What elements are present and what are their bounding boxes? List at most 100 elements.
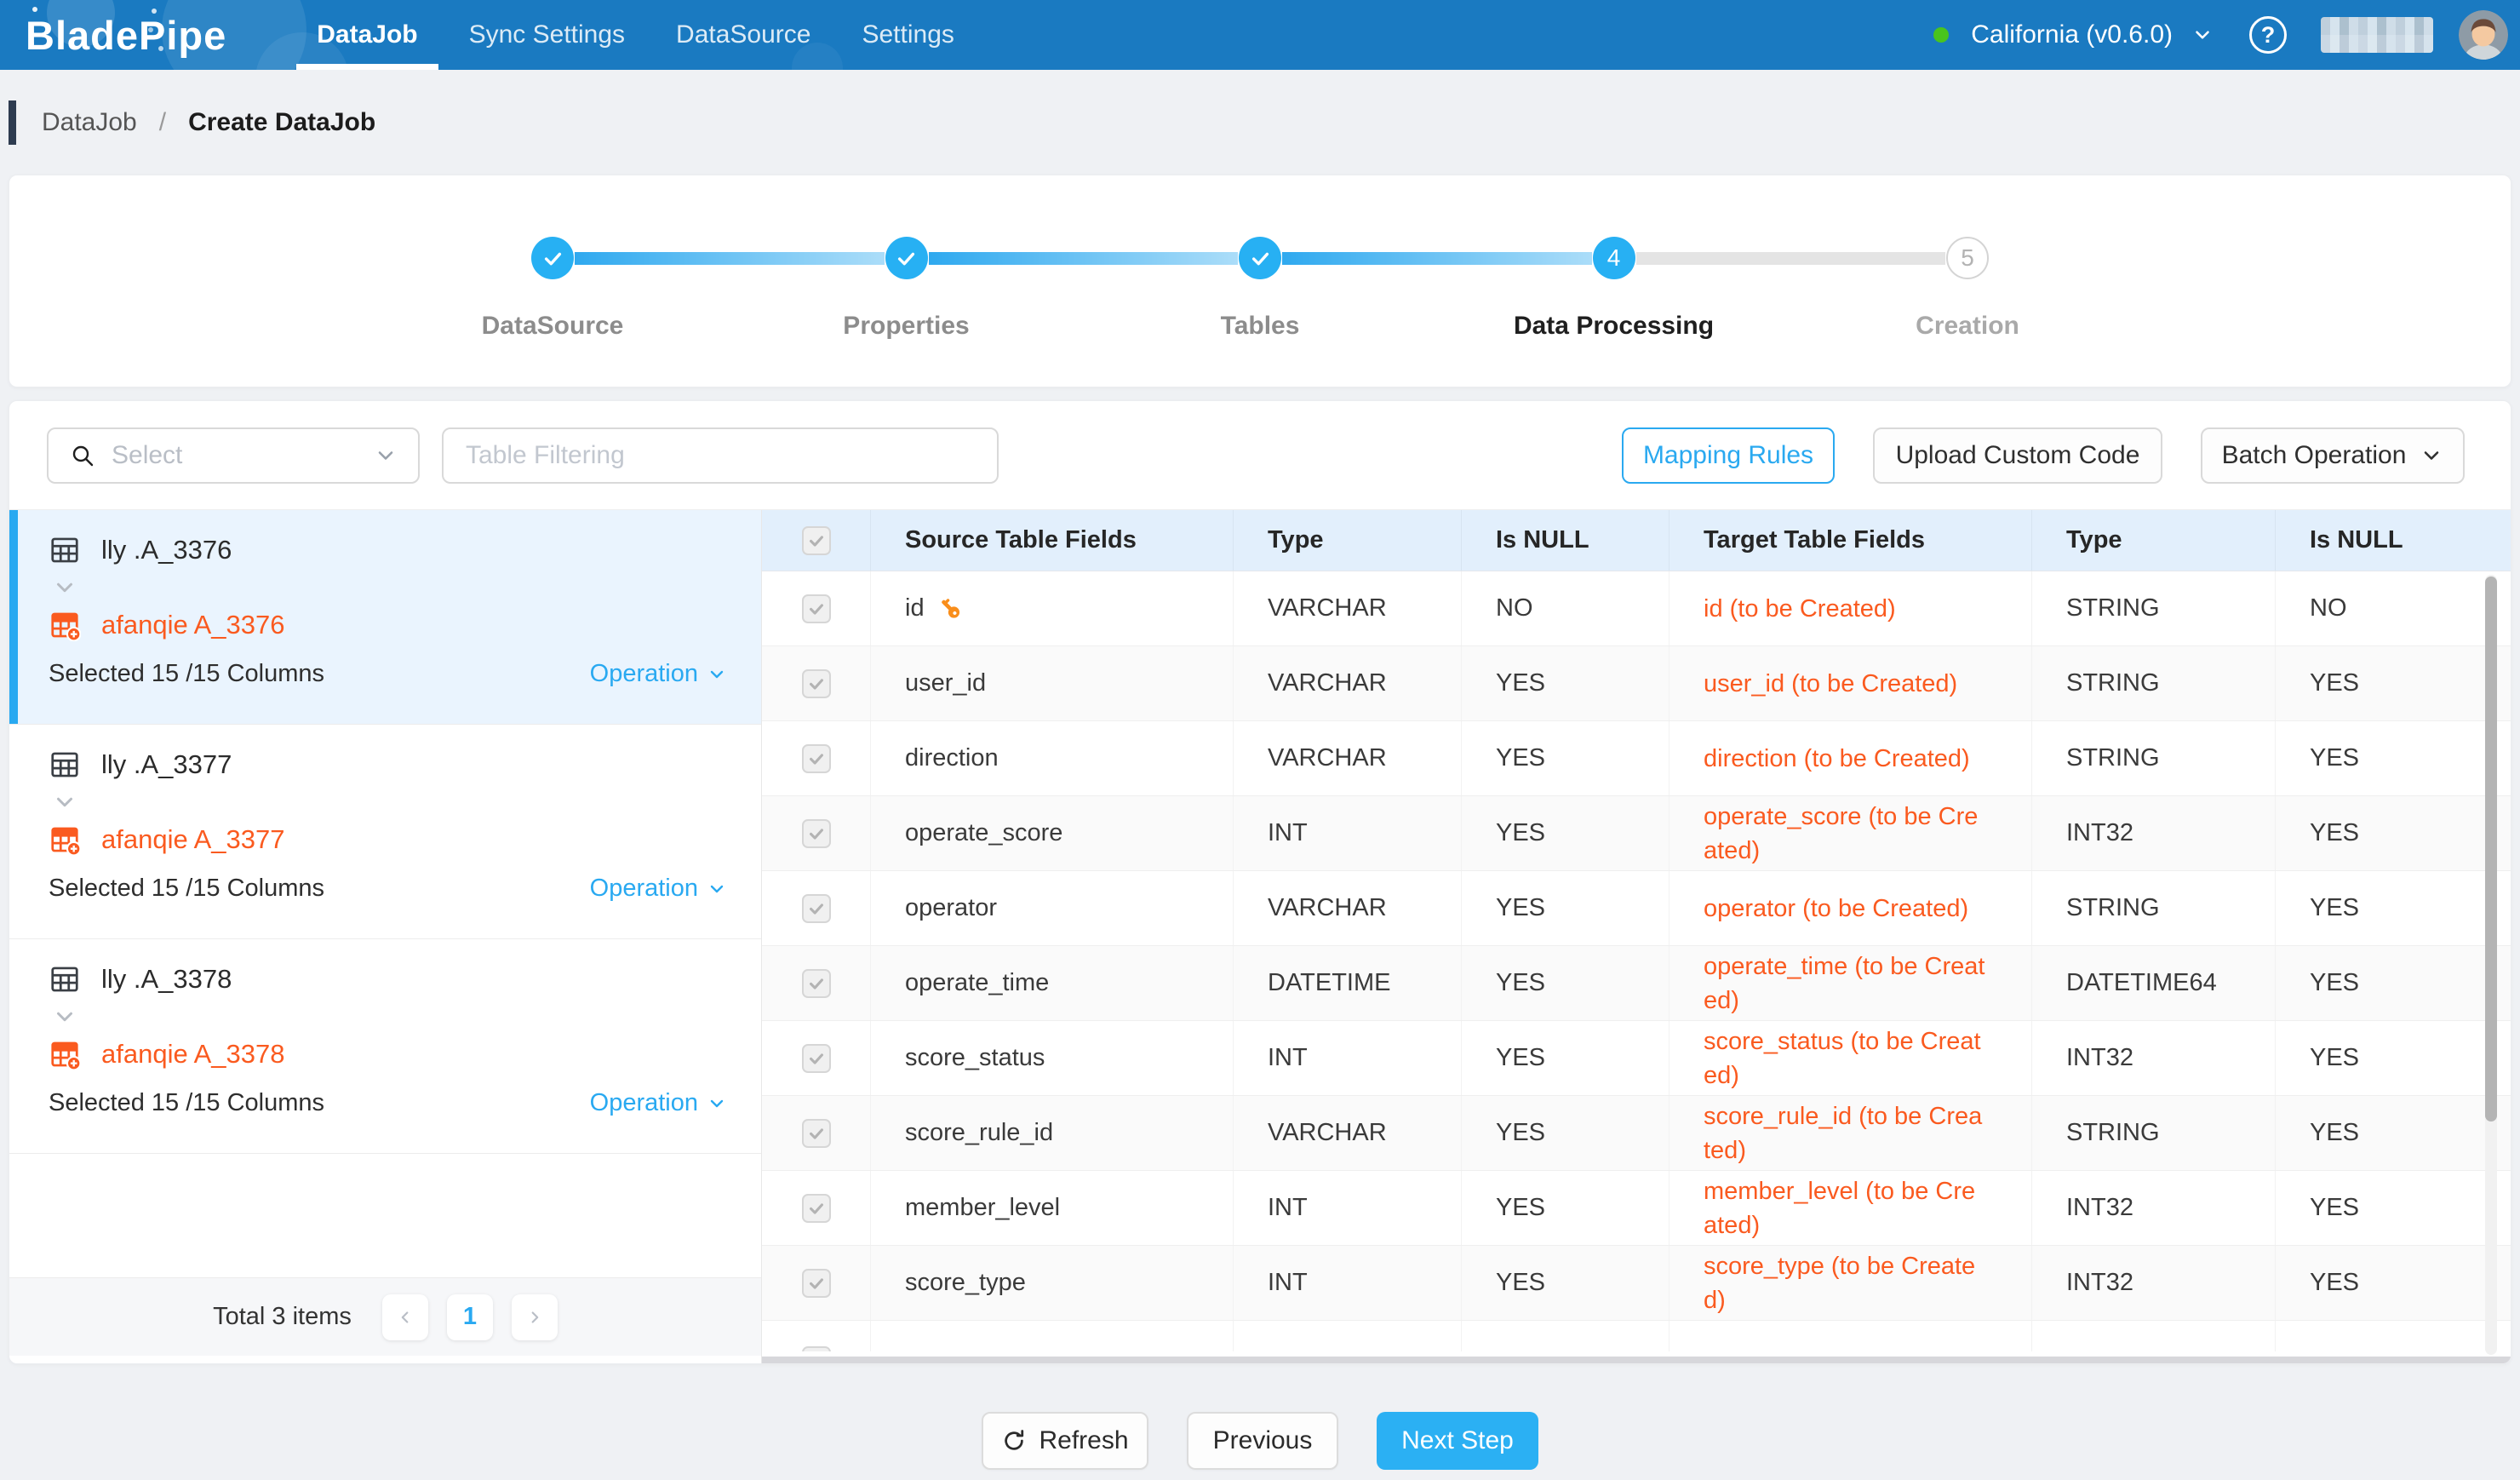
filter-toolbar: Select Mapping Rules Upload Custom Code …	[9, 401, 2511, 510]
breadcrumb-accent-bar	[9, 100, 16, 145]
select-all-checkbox[interactable]	[802, 526, 831, 555]
table-row-score-rule-id: score_rule_idVARCHARYESscore_rule_id (to…	[762, 1096, 2511, 1171]
row-checkbox[interactable]	[802, 1194, 831, 1223]
horizontal-scrollbar[interactable]	[762, 1357, 2511, 1364]
target-field-nullable: YES	[2310, 1194, 2359, 1222]
source-table-name: lly .A_3376	[101, 535, 232, 565]
operation-dropdown[interactable]: Operation	[590, 1089, 727, 1117]
source-field-name: operate_score	[905, 819, 1062, 847]
nav-item-label: Sync Settings	[469, 20, 625, 49]
header-target-type: Type	[2032, 510, 2276, 571]
source-field-nullable: YES	[1496, 1194, 1545, 1222]
row-checkbox[interactable]	[802, 744, 831, 773]
nav-item-sync-settings[interactable]: Sync Settings	[444, 0, 650, 70]
refresh-button[interactable]: Refresh	[982, 1412, 1148, 1470]
row-checkbox[interactable]	[802, 819, 831, 848]
source-field-nullable: NO	[1496, 594, 1533, 622]
help-icon[interactable]: ?	[2249, 16, 2287, 54]
breadcrumb-parent[interactable]: DataJob	[42, 108, 137, 137]
row-checkbox[interactable]	[802, 1119, 831, 1148]
next-step-button[interactable]: Next Step	[1377, 1412, 1538, 1470]
step-connector	[1636, 252, 1946, 265]
pagination-page-1[interactable]: 1	[447, 1294, 493, 1340]
mapping-rules-button[interactable]: Mapping Rules	[1622, 427, 1835, 484]
batch-operation-button[interactable]: Batch Operation	[2201, 427, 2465, 484]
toolbar-buttons: Mapping Rules Upload Custom Code Batch O…	[1622, 427, 2465, 484]
user-avatar[interactable]	[2459, 10, 2508, 60]
source-field-type: DATETIME	[1268, 969, 1390, 997]
row-checkbox[interactable]	[802, 894, 831, 923]
target-field-type: STRING	[2066, 744, 2160, 772]
target-table-name: afanqie A_3376	[101, 610, 285, 640]
table-mapping-item[interactable]: lly .A_3376afanqie A_3376Selected 15 /15…	[9, 510, 761, 725]
source-table-icon	[49, 963, 81, 995]
target-field-nullable: YES	[2310, 819, 2359, 847]
source-field-name: member_level	[905, 1194, 1060, 1222]
target-field-nullable: YES	[2310, 1044, 2359, 1072]
select-placeholder: Select	[112, 441, 374, 470]
previous-button[interactable]: Previous	[1187, 1412, 1338, 1470]
row-checkbox[interactable]	[802, 669, 831, 698]
chevron-down-icon	[2420, 444, 2443, 468]
source-field-type: VARCHAR	[1268, 1119, 1387, 1147]
target-field-name: operate_time (to be Created)	[1704, 949, 1987, 1018]
row-checkbox[interactable]	[802, 969, 831, 998]
wizard-footer: Refresh Previous Next Step	[0, 1412, 2520, 1470]
target-field-type: INT32	[2066, 819, 2133, 847]
pagination-next-button[interactable]	[512, 1294, 558, 1340]
header-checkbox-cell	[762, 510, 871, 571]
nav-item-datasource[interactable]: DataSource	[650, 0, 836, 70]
upload-custom-code-button[interactable]: Upload Custom Code	[1873, 427, 2162, 484]
header-source-type: Type	[1234, 510, 1462, 571]
step-number-text: 4	[1607, 244, 1621, 272]
table-list-panel: lly .A_3376afanqie A_3376Selected 15 /15…	[9, 510, 762, 1364]
online-status-dot	[1933, 27, 1949, 43]
source-field-name: id	[905, 594, 925, 622]
pagination-prev-button[interactable]	[382, 1294, 428, 1340]
row-checkbox[interactable]	[802, 1346, 831, 1351]
step-label: DataSource	[482, 312, 624, 341]
refresh-icon	[1001, 1428, 1027, 1454]
source-field-name: direction	[905, 744, 999, 772]
table-mapping-item[interactable]: lly .A_3378afanqie A_3378Selected 15 /15…	[9, 939, 761, 1154]
target-field-type: STRING	[2066, 594, 2160, 622]
header-source-field: Source Table Fields	[871, 510, 1234, 571]
breadcrumb-separator: /	[159, 108, 166, 137]
target-field-type: INT32	[2066, 1044, 2133, 1072]
scope-select[interactable]: Select	[47, 427, 420, 484]
pagination-total: Total 3 items	[213, 1303, 352, 1331]
refresh-label: Refresh	[1039, 1426, 1128, 1455]
chevron-down-icon[interactable]	[2191, 24, 2214, 46]
source-field-nullable: YES	[1496, 969, 1545, 997]
source-table-name: lly .A_3378	[101, 964, 232, 995]
operation-dropdown[interactable]: Operation	[590, 875, 727, 903]
source-field-nullable: YES	[1496, 1269, 1545, 1297]
row-checkbox[interactable]	[802, 1269, 831, 1298]
mapping-content: lly .A_3376afanqie A_3376Selected 15 /15…	[9, 510, 2511, 1364]
nav-item-settings[interactable]: Settings	[836, 0, 979, 70]
target-field-name: id (to be Created)	[1704, 592, 1896, 626]
vertical-scrollbar	[2485, 575, 2497, 1355]
source-field-type: VARCHAR	[1268, 744, 1387, 772]
step-connector	[929, 252, 1239, 265]
source-field-name: score_type	[905, 1269, 1026, 1297]
operation-label: Operation	[590, 875, 698, 903]
nav-item-label: DataJob	[317, 20, 417, 49]
source-field-nullable: YES	[1496, 669, 1545, 697]
step-label: Data Processing	[1514, 312, 1714, 341]
row-checkbox[interactable]	[802, 594, 831, 623]
page-title: Create DataJob	[188, 108, 375, 137]
operation-dropdown[interactable]: Operation	[590, 660, 727, 688]
target-field-nullable: YES	[2310, 744, 2359, 772]
chevron-down-icon	[707, 664, 727, 685]
vertical-scrollbar-thumb[interactable]	[2485, 577, 2497, 1121]
bladepipe-logo[interactable]: BladePipe	[26, 12, 226, 59]
header-source-null: Is NULL	[1462, 510, 1670, 571]
target-field-type: STRING	[2066, 1119, 2160, 1147]
table-mapping-item[interactable]: lly .A_3377afanqie A_3377Selected 15 /15…	[9, 725, 761, 939]
table-filtering-input[interactable]	[442, 427, 999, 484]
source-field-type: VARCHAR	[1268, 894, 1387, 922]
row-checkbox[interactable]	[802, 1044, 831, 1073]
nav-item-datajob[interactable]: DataJob	[291, 0, 443, 70]
step-data-processing: 4Data Processing	[1593, 237, 1635, 279]
